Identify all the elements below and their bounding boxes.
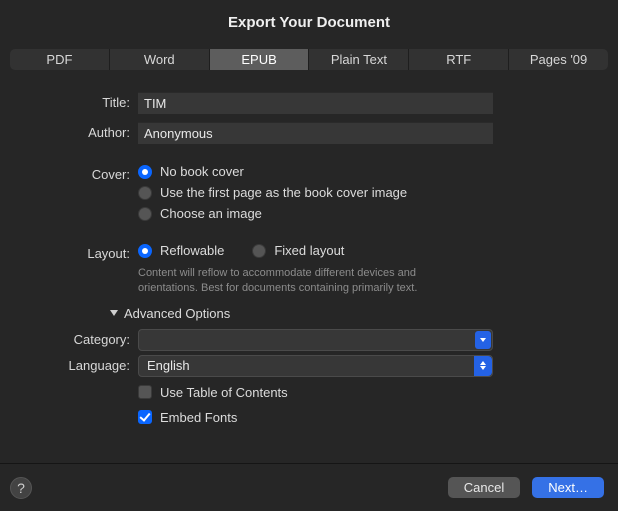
format-tabs: PDF Word EPUB Plain Text RTF Pages '09 (10, 49, 608, 70)
language-value: English (147, 358, 190, 373)
dialog-title: Export Your Document (0, 0, 618, 49)
layout-radio-reflowable[interactable] (138, 244, 152, 258)
layout-label: Layout: (0, 243, 138, 261)
cover-radio-none-label: No book cover (160, 164, 244, 179)
title-label: Title: (0, 92, 138, 110)
layout-radio-fixed-label: Fixed layout (274, 243, 344, 258)
layout-hint: Content will reflow to accommodate diffe… (138, 266, 478, 296)
embed-fonts-checkbox-label: Embed Fonts (160, 410, 237, 425)
layout-radio-reflowable-label: Reflowable (160, 243, 224, 258)
updown-icon (474, 356, 492, 376)
cover-radio-firstpage-label: Use the first page as the book cover ima… (160, 185, 407, 200)
toc-checkbox-label: Use Table of Contents (160, 385, 288, 400)
advanced-options-label: Advanced Options (124, 306, 230, 321)
cover-radio-choose[interactable] (138, 207, 152, 221)
cover-radio-choose-label: Choose an image (160, 206, 262, 221)
title-input[interactable] (138, 92, 493, 114)
tab-pdf[interactable]: PDF (10, 49, 110, 70)
tab-epub[interactable]: EPUB (210, 49, 310, 70)
language-label: Language: (0, 355, 138, 373)
layout-radio-fixed[interactable] (252, 244, 266, 258)
tab-plain-text[interactable]: Plain Text (309, 49, 409, 70)
cancel-button[interactable]: Cancel (448, 477, 520, 498)
toc-checkbox[interactable] (138, 385, 152, 399)
dropdown-icon (475, 331, 491, 349)
tab-pages09[interactable]: Pages '09 (509, 49, 608, 70)
author-label: Author: (0, 122, 138, 140)
next-button[interactable]: Next… (532, 477, 604, 498)
export-form: Title: Author: Cover: No book cover Use … (0, 70, 618, 431)
advanced-options-toggle[interactable]: Advanced Options (110, 306, 578, 321)
dialog-footer: ? Cancel Next… (0, 463, 618, 511)
cover-radio-firstpage[interactable] (138, 186, 152, 200)
cover-radio-none[interactable] (138, 165, 152, 179)
category-select[interactable] (138, 329, 493, 351)
language-select[interactable]: English (138, 355, 493, 377)
chevron-down-icon (110, 310, 118, 316)
help-button[interactable]: ? (10, 477, 32, 499)
author-input[interactable] (138, 122, 493, 144)
tab-word[interactable]: Word (110, 49, 210, 70)
tab-rtf[interactable]: RTF (409, 49, 509, 70)
embed-fonts-checkbox[interactable] (138, 410, 152, 424)
category-label: Category: (0, 329, 138, 347)
cover-label: Cover: (0, 164, 138, 182)
